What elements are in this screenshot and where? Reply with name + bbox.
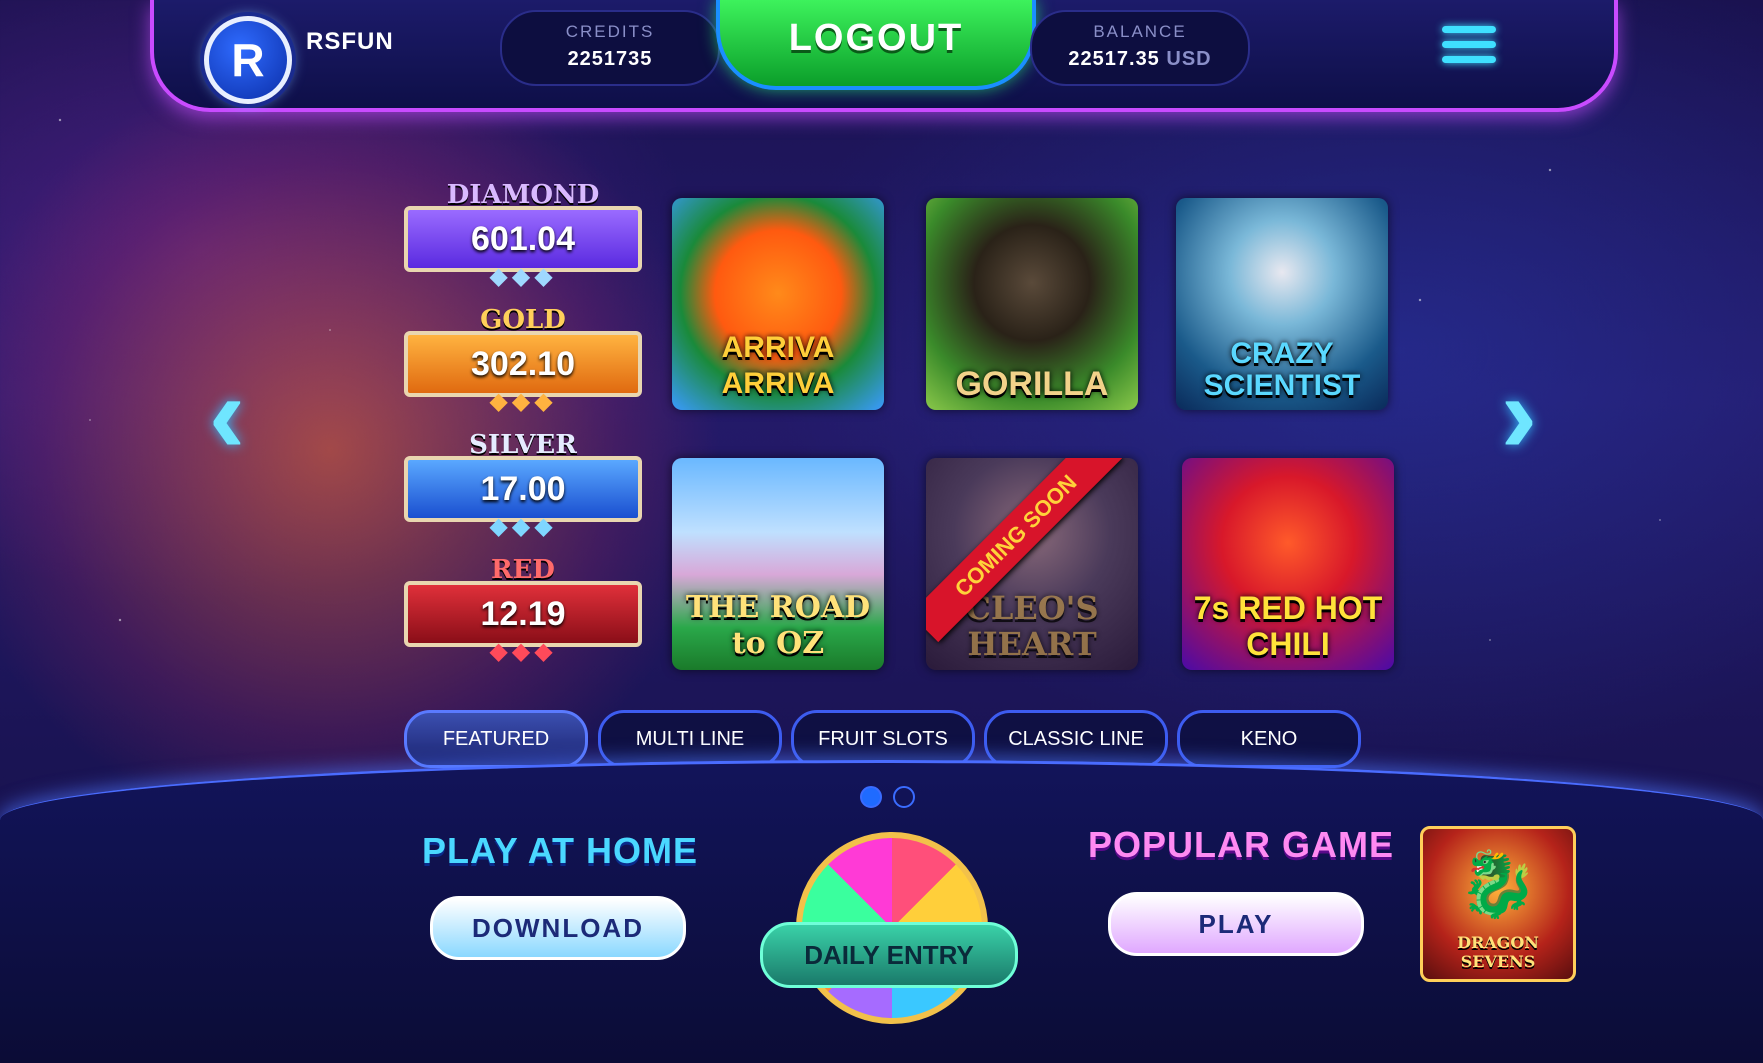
chevron-right-icon[interactable]: ›	[1484, 360, 1554, 470]
game-tile-crazy-scientist[interactable]: CRAZY SCIENTIST	[1176, 198, 1388, 410]
page-dot[interactable]	[893, 786, 915, 808]
game-title: 7s RED HOT CHILI	[1193, 590, 1383, 662]
tab-keno[interactable]: KENO	[1177, 710, 1361, 768]
jackpot-gold: GOLD 302.10 ◆◆◆	[398, 305, 648, 430]
avatar[interactable]: R	[204, 16, 292, 104]
game-tile-arriva-arriva[interactable]: ARRIVA ARRIVA	[672, 198, 884, 410]
page-dot-active[interactable]	[860, 786, 882, 808]
credits-label: CREDITS	[565, 22, 655, 41]
download-label: DOWNLOAD	[472, 913, 644, 943]
game-title: CRAZY SCIENTIST	[1203, 337, 1361, 402]
credits-panel: CREDITS 2251735	[500, 10, 720, 86]
red-gems-icon: ◆◆◆	[489, 638, 557, 665]
chevron-left-icon[interactable]: ‹	[192, 360, 262, 470]
daily-entry-button[interactable]: DAILY ENTRY	[760, 922, 1018, 988]
balance-currency: USD	[1166, 48, 1212, 70]
popular-game-name: DRAGON SEVENS	[1457, 933, 1539, 971]
game-title: THE ROAD to OZ	[685, 590, 871, 661]
tab-multi-line[interactable]: MULTI LINE	[598, 710, 782, 768]
game-title: GORILLA	[955, 365, 1109, 403]
dragon-icon: 🐉	[1458, 848, 1538, 920]
tab-classic-line[interactable]: CLASSIC LINE	[984, 710, 1168, 768]
download-button[interactable]: DOWNLOAD	[430, 896, 686, 960]
balance-value-row: 22517.35 USD	[1032, 48, 1248, 71]
play-button[interactable]: PLAY	[1108, 892, 1364, 956]
jackpot-diamond: DIAMOND 601.04 ◆◆◆	[398, 180, 648, 305]
game-title: ARRIVA ARRIVA	[721, 331, 835, 400]
hamburger-menu-icon[interactable]	[1442, 26, 1496, 68]
tab-featured[interactable]: FEATURED	[404, 710, 588, 768]
game-tile-gorilla[interactable]: GORILLA	[926, 198, 1138, 410]
gold-gems-icon: ◆◆◆	[489, 388, 557, 415]
game-tile-road-to-oz[interactable]: THE ROAD to OZ	[672, 458, 884, 670]
diamond-gems-icon: ◆◆◆	[489, 263, 557, 290]
balance-label: BALANCE	[1093, 22, 1187, 41]
jackpot-panel: DIAMOND 601.04 ◆◆◆ GOLD 302.10 ◆◆◆ SILVE…	[398, 180, 648, 680]
username: RSFUN	[306, 28, 394, 55]
play-label: PLAY	[1198, 909, 1274, 939]
popular-game-tile-dragon-sevens[interactable]: 🐉 DRAGON SEVENS	[1420, 826, 1576, 982]
play-at-home-title: PLAY AT HOME	[422, 830, 699, 871]
logout-button[interactable]: LOGOUT	[716, 0, 1036, 90]
jackpot-red: RED 12.19 ◆◆◆	[398, 555, 648, 680]
silver-gems-icon: ◆◆◆	[489, 513, 557, 540]
jackpot-silver: SILVER 17.00 ◆◆◆	[398, 430, 648, 555]
avatar-letter: R	[231, 34, 265, 86]
game-tile-red-hot-chili[interactable]: 7s RED HOT CHILI	[1182, 458, 1394, 670]
credits-value: 2251735	[567, 48, 653, 70]
game-tile-cleos-heart[interactable]: CLEO'S HEART COMING SOON	[926, 458, 1138, 670]
balance-panel: BALANCE 22517.35 USD	[1030, 10, 1250, 86]
balance-value: 22517.35	[1068, 48, 1160, 70]
popular-game-title: POPULAR GAME	[1088, 824, 1395, 865]
